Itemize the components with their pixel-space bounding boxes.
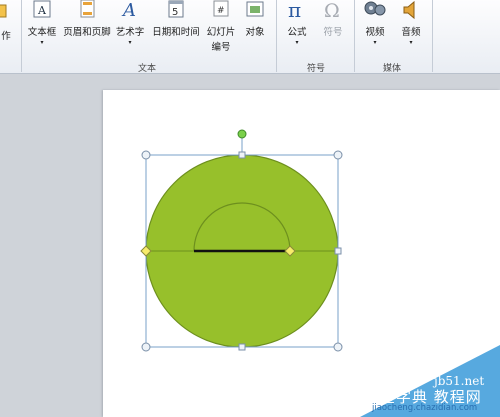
watermark-layer xyxy=(360,345,500,417)
watermark-url: jiaocheng.chazidian.com xyxy=(372,403,478,413)
